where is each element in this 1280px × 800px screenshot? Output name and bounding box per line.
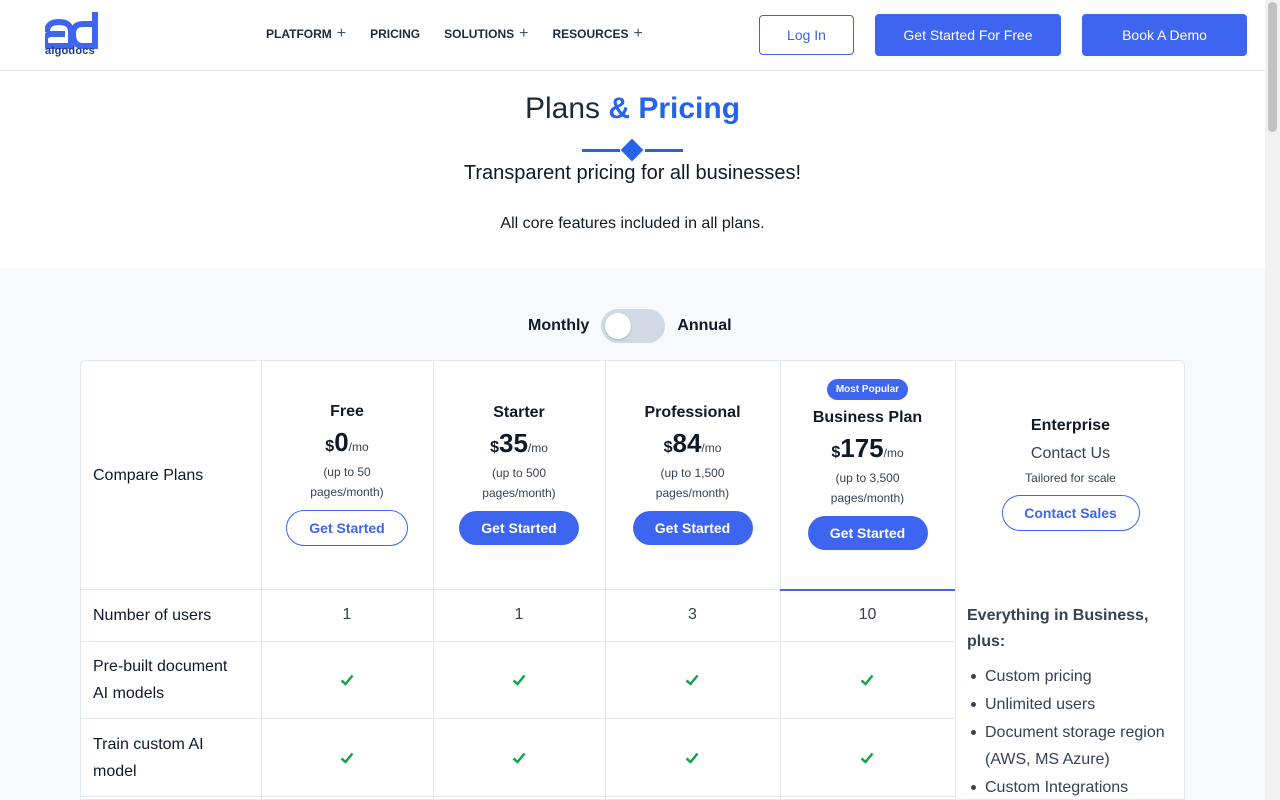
- scrollbar-thumb[interactable]: [1268, 2, 1277, 132]
- plan-name: Business Plan: [812, 409, 923, 426]
- site-header: algodocs PLATFORM + PRICING SOLUTIONS + …: [0, 0, 1265, 71]
- enterprise-tagline: Tailored for scale: [1025, 471, 1116, 485]
- plan-limit: (up to 50 pages/month): [310, 465, 384, 499]
- check-icon: [340, 752, 354, 764]
- nav-item-label: PLATFORM: [266, 27, 332, 41]
- list-item: Custom pricing: [967, 663, 1177, 690]
- plan-name: Enterprise: [1030, 417, 1111, 434]
- plan-enterprise: Enterprise Contact Us Tailored for scale…: [955, 417, 1184, 531]
- nav-item-platform[interactable]: PLATFORM +: [266, 25, 347, 42]
- list-item: Unlimited users: [967, 691, 1177, 718]
- plan-name: Free: [330, 403, 364, 420]
- check-icon: [340, 674, 354, 686]
- plus-icon: +: [519, 25, 529, 42]
- business-get-started-button[interactable]: Get Started: [807, 516, 928, 550]
- page-scrollbar[interactable]: [1265, 0, 1280, 800]
- brand-name[interactable]: algodocs: [45, 45, 95, 57]
- pricing-table: Compare Plans Free $0/mo (up to 50 pages/…: [80, 360, 1185, 800]
- users-professional: 3: [688, 606, 697, 623]
- check-icon: [512, 674, 526, 686]
- nav-item-label: PRICING: [370, 27, 421, 41]
- nav-item-solutions[interactable]: SOLUTIONS +: [444, 25, 529, 42]
- plan-free: Free $0/mo (up to 50 pages/month) Get Sta…: [261, 403, 433, 546]
- nav-item-pricing[interactable]: PRICING: [370, 27, 420, 41]
- list-item: Custom Integrations: [967, 774, 1177, 799]
- most-popular-badge: Most Popular: [826, 379, 909, 400]
- check-icon: [685, 674, 699, 686]
- plan-business: Most Popular Business Plan $175/mo (up t…: [780, 379, 955, 550]
- login-button[interactable]: Log In: [759, 15, 854, 55]
- toggle-knob: [605, 313, 632, 339]
- title-divider-icon: [582, 138, 683, 162]
- nav-item-resources[interactable]: RESOURCES +: [552, 25, 643, 42]
- free-get-started-button[interactable]: Get Started: [286, 510, 408, 546]
- plan-price: $175/mo: [831, 433, 904, 463]
- billing-toggle[interactable]: [601, 309, 666, 343]
- users-starter: 1: [514, 606, 524, 623]
- plus-icon: +: [336, 25, 347, 42]
- plan-name: Starter: [493, 404, 545, 421]
- check-icon: [860, 674, 874, 686]
- plan-limit: (up to 1,500 pages/month): [655, 466, 730, 500]
- plan-professional: Professional $84/mo (up to 1,500 pages/mo…: [605, 404, 780, 545]
- page-title: Plans & Pricing: [0, 92, 1265, 126]
- list-item: Document storage region (AWS, MS Azure): [967, 719, 1177, 773]
- row-label-custom-model: Train custom AI model: [93, 736, 204, 780]
- monthly-label[interactable]: Monthly: [528, 317, 589, 335]
- plus-icon: +: [633, 25, 643, 42]
- plan-limit: (up to 500 pages/month): [482, 466, 556, 500]
- page-note: All core features included in all plans.: [500, 215, 765, 232]
- nav-item-label: SOLUTIONS: [444, 27, 515, 41]
- enterprise-features: Everything in Business, plus: Custom pri…: [967, 603, 1177, 799]
- book-demo-button[interactable]: Book A Demo: [1082, 14, 1247, 56]
- main-nav: PLATFORM + PRICING SOLUTIONS + RESOURCES…: [266, 25, 667, 42]
- check-icon: [860, 752, 874, 764]
- popular-plan-highlight: [780, 589, 955, 591]
- compare-plans-label: Compare Plans: [93, 467, 204, 484]
- contact-sales-button[interactable]: Contact Sales: [1001, 495, 1140, 531]
- get-started-free-button[interactable]: Get Started For Free: [875, 14, 1061, 56]
- plan-price: $35/mo: [490, 428, 548, 458]
- nav-item-label: RESOURCES: [552, 27, 629, 41]
- check-icon: [512, 752, 526, 764]
- plan-price: $0/mo: [325, 427, 369, 457]
- enterprise-feature-list: Custom pricing Unlimited users Document …: [967, 663, 1177, 799]
- annual-label[interactable]: Annual: [677, 317, 731, 335]
- plan-starter: Starter $35/mo (up to 500 pages/month) Ge…: [433, 404, 605, 545]
- professional-get-started-button[interactable]: Get Started: [632, 511, 753, 545]
- title-accent: & Pricing: [608, 92, 741, 125]
- row-label-users: Number of users: [93, 607, 212, 624]
- billing-toggle-row: Monthly Annual: [528, 309, 732, 343]
- enterprise-features-heading: Everything in Business, plus:: [967, 607, 1149, 650]
- plan-limit: (up to 3,500 pages/month): [830, 471, 905, 505]
- check-icon: [685, 752, 699, 764]
- page-subtitle: Transparent pricing for all businesses!: [463, 162, 802, 184]
- contact-us-label: Contact Us: [1030, 445, 1111, 462]
- users-business: 10: [858, 606, 877, 623]
- starter-get-started-button[interactable]: Get Started: [459, 511, 579, 545]
- users-free: 1: [342, 606, 352, 623]
- plan-name: Professional: [644, 404, 741, 421]
- plan-price: $84/mo: [663, 428, 722, 458]
- row-label-prebuilt-models: Pre-built document AI models: [93, 658, 228, 702]
- title-plain: Plans: [524, 92, 600, 125]
